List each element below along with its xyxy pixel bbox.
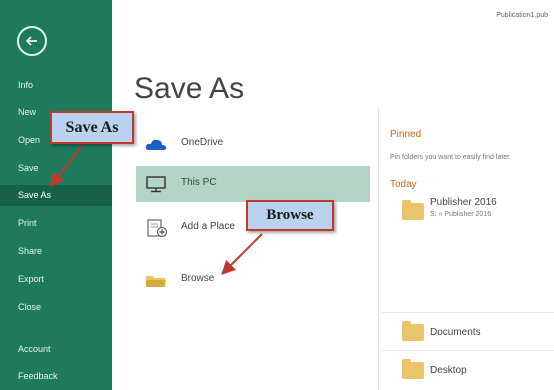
sidebar-item-save-as[interactable]: Save As <box>0 185 112 206</box>
folder-icon <box>402 359 424 379</box>
pinned-hint: Pin folders you want to easily find late… <box>390 154 512 161</box>
sidebar-item-account[interactable]: Account <box>0 339 112 360</box>
folder-label: Documents <box>430 327 481 338</box>
page-title: Save As <box>134 72 245 105</box>
folder-label: Desktop <box>430 365 467 376</box>
sidebar-item-share[interactable]: Share <box>0 241 112 262</box>
browse-callout: Browse <box>246 200 334 231</box>
backstage-sidebar: Info New Open Save Save As Print Share E… <box>0 0 112 390</box>
recent-folder-path: S: » Publisher 2016 <box>430 211 492 218</box>
sidebar-item-print[interactable]: Print <box>0 213 112 234</box>
pinned-heading: Pinned <box>390 129 422 140</box>
back-button[interactable] <box>17 26 47 56</box>
folder-icon <box>402 200 424 220</box>
divider <box>382 350 554 351</box>
document-name: Publication1.pub <box>496 12 548 19</box>
add-place-icon <box>147 219 168 237</box>
divider <box>382 312 554 313</box>
folder-icon <box>402 321 424 341</box>
location-label: OneDrive <box>181 137 224 148</box>
computer-icon <box>146 176 166 193</box>
sidebar-item-feedback[interactable]: Feedback <box>0 366 112 387</box>
sidebar-item-save[interactable]: Save <box>0 158 112 179</box>
location-label: This PC <box>181 177 217 188</box>
location-onedrive[interactable]: OneDrive <box>136 126 370 162</box>
sidebar-item-export[interactable]: Export <box>0 269 112 290</box>
location-label: Add a Place <box>181 221 235 232</box>
location-browse[interactable]: Browse <box>136 262 370 298</box>
save-as-callout: Save As <box>50 111 134 144</box>
location-this-pc[interactable]: This PC <box>136 166 370 202</box>
sidebar-item-close[interactable]: Close <box>0 297 112 318</box>
sidebar-item-info[interactable]: Info <box>0 75 112 96</box>
folder-icon <box>146 276 166 287</box>
onedrive-cloud-icon <box>145 139 167 150</box>
recent-folder-title: Publisher 2016 <box>430 197 497 208</box>
today-heading: Today <box>390 179 417 190</box>
back-arrow-icon <box>25 36 37 46</box>
location-label: Browse <box>181 273 215 284</box>
panel-divider <box>378 108 379 390</box>
